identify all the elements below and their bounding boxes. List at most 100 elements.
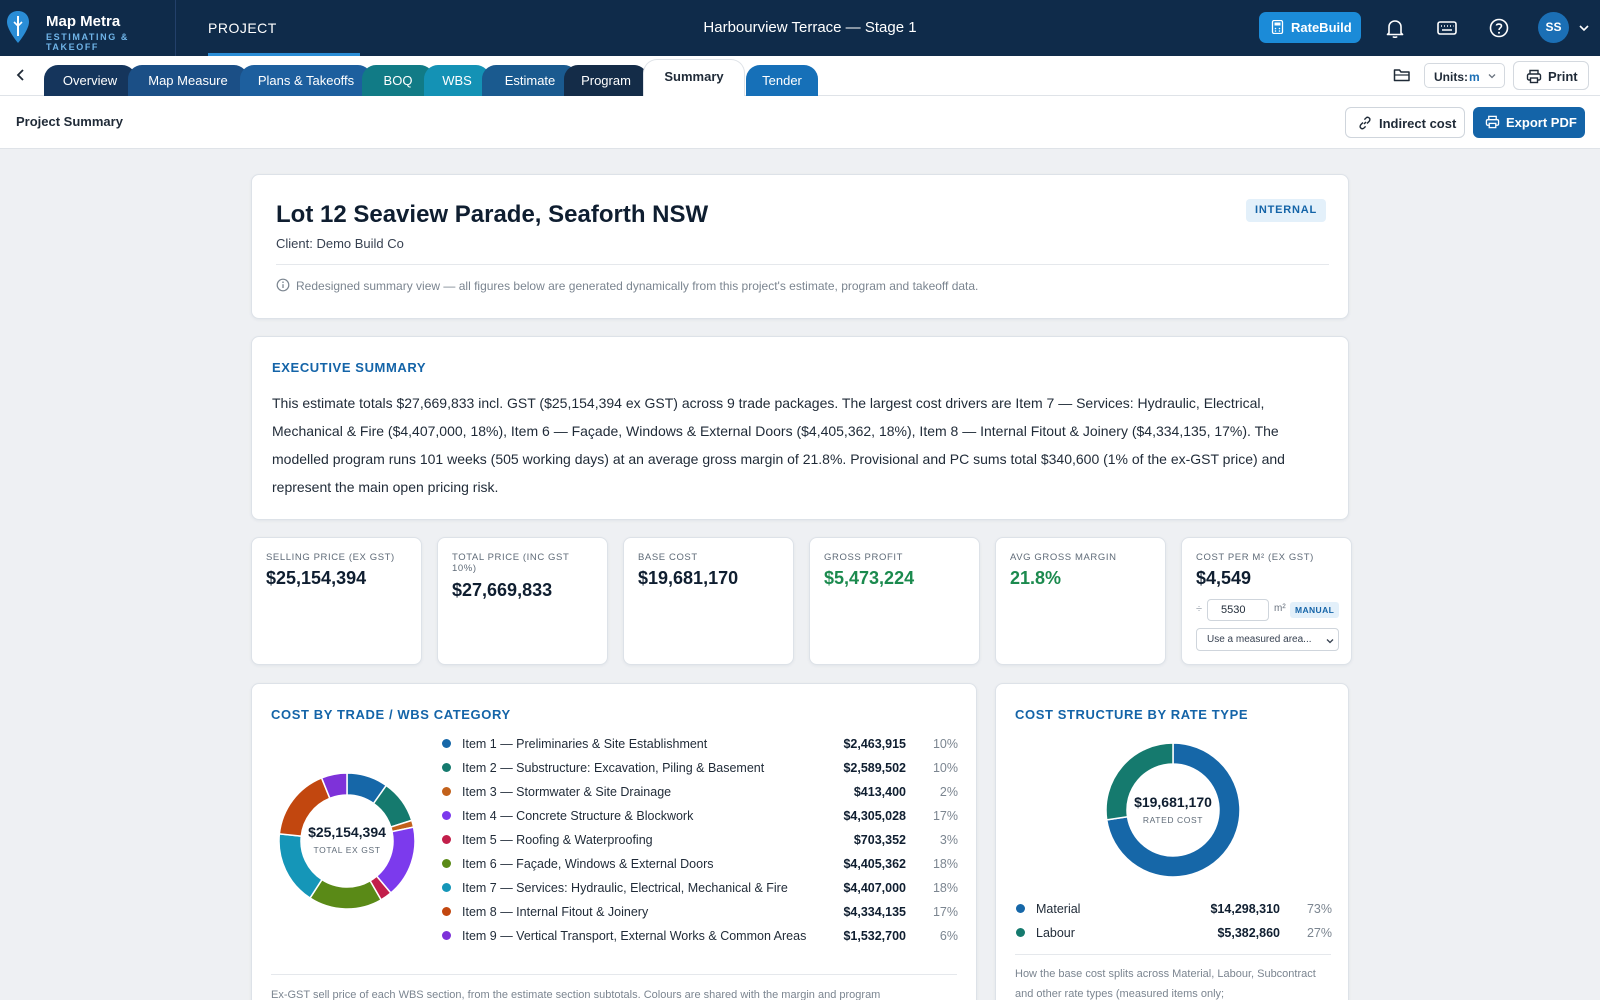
legend-swatch xyxy=(442,907,451,916)
chevron-down-icon[interactable] xyxy=(1578,22,1590,34)
indirect-cost-label: Indirect cost xyxy=(1379,116,1457,131)
trade-donut-chart xyxy=(278,772,416,910)
info-icon xyxy=(276,278,290,292)
area-input[interactable]: 5530 xyxy=(1207,599,1269,621)
internal-badge: INTERNAL xyxy=(1246,199,1326,222)
print-label: Print xyxy=(1548,69,1578,84)
legend-item: Item 2 — Substructure: Excavation, Pilin… xyxy=(442,761,958,783)
legend-item: Item 4 — Concrete Structure & Blockwork $… xyxy=(442,809,958,831)
link-icon xyxy=(1359,116,1371,130)
units-select[interactable]: Units: m xyxy=(1424,63,1505,88)
map-pin-logo-icon xyxy=(7,11,29,43)
tab-summary[interactable]: Summary xyxy=(643,59,745,97)
page-title: Project Summary xyxy=(16,114,123,129)
kpi-value: $4,549 xyxy=(1196,568,1252,588)
legend-percent: 73% xyxy=(1306,902,1332,916)
legend-percent: 27% xyxy=(1306,926,1332,940)
tabs-bar: Overview Map Measure Plans & Takeoffs BOQ WB… xyxy=(0,56,1600,97)
keyboard-icon[interactable] xyxy=(1436,17,1458,39)
units-value: m xyxy=(1469,70,1480,84)
cost-structure-card: COST STRUCTURE BY RATE TYPE $19,681,170 … xyxy=(995,683,1349,1000)
trade-donut-total: $25,154,394 xyxy=(308,824,386,840)
avatar[interactable]: SS xyxy=(1538,12,1569,43)
legend-percent: 3% xyxy=(939,833,958,847)
chevron-down-icon xyxy=(1488,74,1496,79)
folder-icon[interactable] xyxy=(1393,67,1411,83)
project-title: Harbourview Terrace — Stage 1 xyxy=(703,19,917,36)
legend-name: Item 9 — Vertical Transport, External Wo… xyxy=(462,929,807,943)
legend-swatch xyxy=(442,787,451,796)
chevron-left-icon[interactable] xyxy=(14,68,28,82)
legend-swatch xyxy=(442,883,451,892)
bell-icon[interactable] xyxy=(1384,17,1406,39)
kpi-card: BASE COST $19,681,170 xyxy=(623,537,794,665)
manual-badge: MANUAL xyxy=(1290,602,1340,618)
project-client: Client: Demo Build Co xyxy=(276,236,404,251)
measured-area-select[interactable]: Use a measured area... xyxy=(1196,628,1339,651)
project-header-card: Lot 12 Seaview Parade, Seaforth NSW Clie… xyxy=(251,174,1349,319)
ratebuild-label: RateBuild xyxy=(1291,20,1352,35)
divide-symbol: ÷ xyxy=(1196,603,1203,615)
legend-item: Item 3 — Stormwater & Site Drainage $413,… xyxy=(442,785,958,807)
legend-amount: $4,334,135 xyxy=(843,905,906,919)
indirect-cost-button[interactable]: Indirect cost xyxy=(1345,107,1465,138)
help-icon[interactable] xyxy=(1488,17,1510,39)
legend-name: Item 6 — Façade, Windows & External Door… xyxy=(462,857,714,871)
export-pdf-label: Export PDF xyxy=(1506,115,1577,130)
kpi-label: TOTAL PRICE (INC GST 10%) xyxy=(452,552,570,574)
executive-summary-card: EXECUTIVE SUMMARY This estimate totals $… xyxy=(251,336,1349,520)
print-button[interactable]: Print xyxy=(1513,61,1589,90)
kpi-label: AVG GROSS MARGIN xyxy=(1010,552,1117,563)
trade-donut-slice-7[interactable] xyxy=(278,833,324,900)
legend-amount: $703,352 xyxy=(853,833,906,847)
legend-swatch xyxy=(1016,904,1025,913)
tab-wbs[interactable]: WBS xyxy=(424,65,490,96)
structure-donut-label: RATED COST xyxy=(1142,815,1204,825)
area-unit: m² xyxy=(1274,603,1286,614)
legend-item: Item 6 — Façade, Windows & External Door… xyxy=(442,857,958,879)
units-label: Units: xyxy=(1434,70,1468,84)
legend-amount: $4,405,362 xyxy=(843,857,906,871)
legend-name: Item 7 — Services: Hydraulic, Electrical… xyxy=(462,881,788,895)
kpi-label: BASE COST xyxy=(638,552,698,563)
legend-swatch xyxy=(1016,928,1025,937)
kpi-label: SELLING PRICE (EX GST) xyxy=(266,552,395,563)
kpi-value: $27,669,833 xyxy=(452,580,553,600)
legend-amount: $14,298,310 xyxy=(1210,902,1280,916)
legend-name: Labour xyxy=(1036,926,1075,940)
legend-name: Item 3 — Stormwater & Site Drainage xyxy=(462,785,672,799)
tab-plans-takeoffs[interactable]: Plans & Takeoffs xyxy=(240,65,372,96)
legend-swatch xyxy=(442,739,451,748)
project-address: Lot 12 Seaview Parade, Seaforth NSW xyxy=(276,201,709,228)
tab-program[interactable]: Program xyxy=(564,65,648,96)
legend-amount: $2,463,915 xyxy=(843,737,906,751)
legend-name: Item 8 — Internal Fitout & Joinery xyxy=(462,905,649,919)
legend-amount: $2,589,502 xyxy=(843,761,906,775)
tab-tender[interactable]: Tender xyxy=(746,65,818,96)
legend-name: Item 2 — Substructure: Excavation, Pilin… xyxy=(462,761,765,775)
structure-donut-chart xyxy=(1105,742,1241,878)
divider xyxy=(271,974,957,975)
legend-swatch xyxy=(442,811,451,820)
project-dashboard-nav[interactable]: PROJECT DASHBOARD xyxy=(190,0,360,92)
kpi-card: SELLING PRICE (EX GST) $25,154,394 xyxy=(251,537,422,665)
trade-footnote: Ex-GST sell price of each WBS section, f… xyxy=(271,989,881,1000)
trade-donut-slice-6[interactable] xyxy=(308,878,383,910)
legend-amount: $413,400 xyxy=(853,785,906,799)
ratebuild-button[interactable]: RateBuild xyxy=(1259,12,1361,43)
legend-item: Material $14,298,310 73% xyxy=(1016,902,1332,924)
legend-amount: $4,305,028 xyxy=(843,809,906,823)
legend-amount: $5,382,860 xyxy=(1217,926,1280,940)
kpi-value: $19,681,170 xyxy=(638,568,739,588)
legend-item: Item 8 — Internal Fitout & Joinery $4,334… xyxy=(442,905,958,927)
legend-percent: 17% xyxy=(932,809,958,823)
legend-percent: 18% xyxy=(932,857,958,871)
tab-map-measure[interactable]: Map Measure xyxy=(128,65,248,96)
legend-percent: 18% xyxy=(932,881,958,895)
brand[interactable]: Map Metra ESTIMATING & TAKEOFF xyxy=(0,0,176,56)
executive-summary-text: This estimate totals $27,669,833 incl. G… xyxy=(272,395,1285,495)
calculator-icon xyxy=(1271,20,1284,34)
tab-overview[interactable]: Overview xyxy=(44,65,136,96)
export-pdf-button[interactable]: Export PDF xyxy=(1473,107,1585,138)
kpi-label: GROSS PROFIT xyxy=(824,552,903,563)
